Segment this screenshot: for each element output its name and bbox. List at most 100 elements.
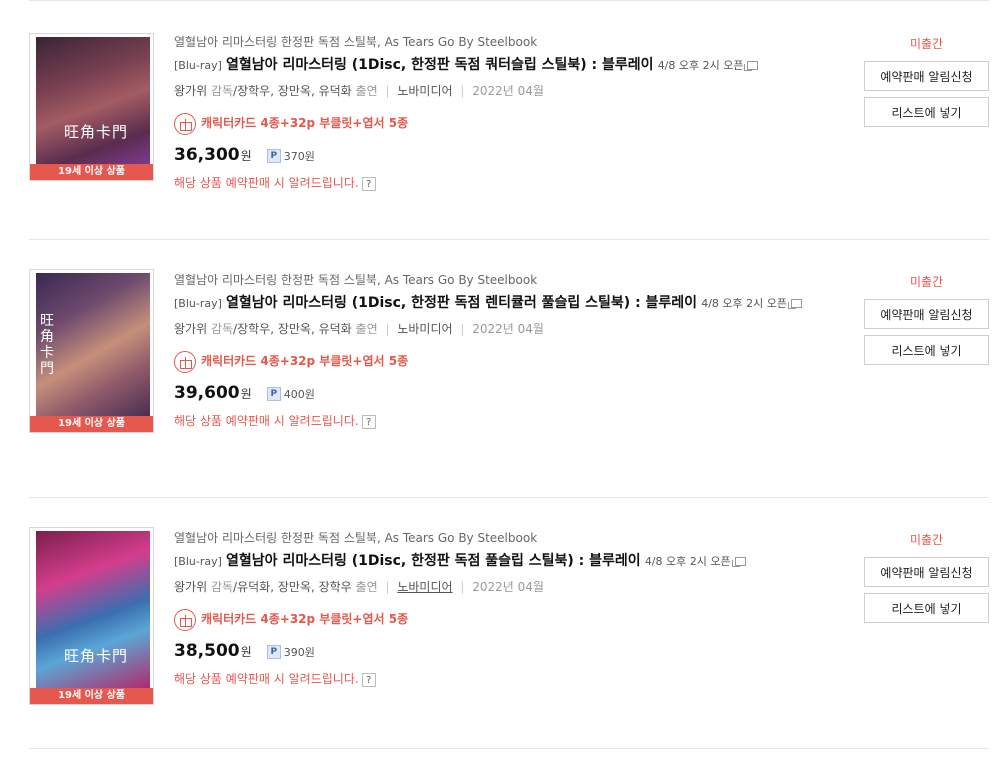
price-value: 36,300 [174, 145, 240, 165]
cast-names[interactable]: /유덕화, 장만옥, 장학우 [233, 580, 352, 594]
release-info: 4/8 오후 2시 오픈 [701, 297, 787, 310]
gift-icon [174, 350, 196, 373]
credits-line: 왕가위 감독/장학우, 장만옥, 유덕화 출연 | 노바미디어 | 2022년 … [174, 320, 844, 338]
add-to-list-button[interactable]: 리스트에 넣기 [864, 335, 989, 365]
cover-image: 旺角卡門 [36, 37, 150, 164]
gift-line: 캐릭터카드 4종+32p 부클릿+엽서 5종 [174, 110, 844, 136]
point-badge-icon: P [266, 148, 281, 163]
gift-text: 캐릭터카드 4종+32p 부클릿+엽서 5종 [201, 116, 409, 130]
cast-role: 출연 [355, 84, 378, 98]
presale-notify-button[interactable]: 예약판매 알림신청 [864, 299, 989, 329]
new-window-icon[interactable] [731, 557, 746, 567]
price-line: 36,300원 P 370원 [174, 144, 844, 166]
product-cover[interactable]: 旺角卡門 19세 이상 상품 [29, 527, 154, 705]
presale-notice: 해당 상품 예약판매 시 알려드립니다.? [174, 174, 844, 192]
separator: | [460, 580, 465, 594]
separator: | [385, 84, 390, 98]
title-line: [Blu-ray] 열혈남아 리마스터링 (1Disc, 한정판 독점 렌티큘러… [174, 293, 844, 314]
publisher-name[interactable]: 노바미디어 [397, 84, 452, 98]
point-badge-icon: P [266, 386, 281, 401]
product-title[interactable]: 열혈남아 리마스터링 (1Disc, 한정판 독점 풀슬립 스틸북) : 블루레… [226, 553, 641, 569]
product-title[interactable]: 열혈남아 리마스터링 (1Disc, 한정판 독점 쿼터슬립 스틸북) : 블루… [226, 57, 654, 73]
credits-line: 왕가위 감독/유덕화, 장만옥, 장학우 출연 | 노바미디어 | 2022년 … [174, 578, 844, 596]
director-name[interactable]: 왕가위 [174, 84, 207, 98]
cover-image: 旺角卡門 [36, 531, 150, 688]
adult-only-label: 19세 이상 상품 [30, 164, 153, 180]
action-panel: 미출간 예약판매 알림신청 리스트에 넣기 [864, 33, 989, 127]
release-date: 2022년 04월 [472, 322, 544, 336]
cover-title: 旺角卡門 [64, 123, 129, 141]
points-value: 370원 [283, 150, 315, 163]
separator: | [460, 322, 465, 336]
series-name[interactable]: 열혈남아 리마스터링 한정판 독점 스틸북, As Tears Go By St… [174, 271, 844, 289]
series-name[interactable]: 열혈남아 리마스터링 한정판 독점 스틸북, As Tears Go By St… [174, 529, 844, 547]
cover-title: 旺角卡門 [64, 647, 129, 665]
item-divider [29, 497, 989, 498]
presale-notice: 해당 상품 예약판매 시 알려드립니다.? [174, 412, 844, 430]
points-value: 400원 [283, 388, 315, 401]
new-window-icon[interactable] [744, 61, 759, 71]
cast-names[interactable]: /장학우, 장만옥, 유덕화 [233, 84, 352, 98]
gift-line: 캐릭터카드 4종+32p 부클릿+엽서 5종 [174, 348, 844, 374]
publisher-name[interactable]: 노바미디어 [397, 322, 452, 336]
publisher-name[interactable]: 노바미디어 [397, 580, 452, 594]
format-tag: [Blu-ray] [174, 297, 222, 310]
price-line: 39,600원 P 400원 [174, 382, 844, 404]
director-role: 감독 [210, 322, 234, 336]
series-name[interactable]: 열혈남아 리마스터링 한정판 독점 스틸북, As Tears Go By St… [174, 33, 844, 51]
gift-text: 캐릭터카드 4종+32p 부클릿+엽서 5종 [201, 612, 409, 626]
gift-icon [174, 112, 196, 135]
director-role: 감독 [210, 580, 234, 594]
status-label: 미출간 [909, 275, 944, 289]
gift-line: 캐릭터카드 4종+32p 부클릿+엽서 5종 [174, 606, 844, 632]
director-name[interactable]: 왕가위 [174, 322, 207, 336]
separator: | [385, 322, 390, 336]
add-to-list-button[interactable]: 리스트에 넣기 [864, 593, 989, 623]
format-tag: [Blu-ray] [174, 555, 222, 568]
separator: | [460, 84, 465, 98]
cast-names[interactable]: /장학우, 장만옥, 유덕화 [233, 322, 352, 336]
release-date: 2022년 04월 [472, 580, 544, 594]
product-info: 열혈남아 리마스터링 한정판 독점 스틸북, As Tears Go By St… [174, 529, 844, 688]
presale-notify-button[interactable]: 예약판매 알림신청 [864, 557, 989, 587]
price-value: 38,500 [174, 641, 240, 661]
gift-icon [174, 608, 196, 631]
price-value: 39,600 [174, 383, 240, 403]
product-item: 旺角卡門 19세 이상 상품 열혈남아 리마스터링 한정판 독점 스틸북, As… [0, 527, 1005, 759]
product-item: 旺角卡門 19세 이상 상품 열혈남아 리마스터링 한정판 독점 스틸북, As… [0, 269, 1005, 501]
adult-only-label: 19세 이상 상품 [30, 688, 153, 704]
presale-notify-button[interactable]: 예약판매 알림신청 [864, 61, 989, 91]
item-divider [29, 239, 989, 240]
point-badge-icon: P [266, 644, 281, 659]
director-name[interactable]: 왕가위 [174, 580, 207, 594]
price-line: 38,500원 P 390원 [174, 640, 844, 662]
adult-only-label: 19세 이상 상품 [30, 416, 153, 432]
format-tag: [Blu-ray] [174, 59, 222, 72]
cover-image: 旺角卡門 [36, 273, 150, 416]
product-cover[interactable]: 旺角卡門 19세 이상 상품 [29, 33, 154, 181]
cover-title: 旺角卡門 [40, 313, 54, 377]
title-line: [Blu-ray] 열혈남아 리마스터링 (1Disc, 한정판 독점 풀슬립 … [174, 551, 844, 572]
director-role: 감독 [210, 84, 234, 98]
notice-text: 해당 상품 예약판매 시 알려드립니다. [174, 672, 359, 686]
credits-line: 왕가위 감독/장학우, 장만옥, 유덕화 출연 | 노바미디어 | 2022년 … [174, 82, 844, 100]
release-date: 2022년 04월 [472, 84, 544, 98]
status-label: 미출간 [909, 37, 944, 51]
question-icon[interactable]: ? [361, 672, 376, 687]
status-label: 미출간 [909, 533, 944, 547]
product-info: 열혈남아 리마스터링 한정판 독점 스틸북, As Tears Go By St… [174, 33, 844, 192]
cast-role: 출연 [355, 322, 378, 336]
add-to-list-button[interactable]: 리스트에 넣기 [864, 97, 989, 127]
bottom-divider [29, 748, 989, 749]
price-unit: 원 [240, 645, 252, 659]
question-icon[interactable]: ? [361, 414, 376, 429]
price-unit: 원 [240, 387, 252, 401]
gift-text: 캐릭터카드 4종+32p 부클릿+엽서 5종 [201, 354, 409, 368]
product-cover[interactable]: 旺角卡門 19세 이상 상품 [29, 269, 154, 433]
question-icon[interactable]: ? [361, 176, 376, 191]
product-title[interactable]: 열혈남아 리마스터링 (1Disc, 한정판 독점 렌티큘러 풀슬립 스틸북) … [226, 295, 697, 311]
cast-role: 출연 [355, 580, 378, 594]
action-panel: 미출간 예약판매 알림신청 리스트에 넣기 [864, 271, 989, 365]
notice-text: 해당 상품 예약판매 시 알려드립니다. [174, 176, 359, 190]
new-window-icon[interactable] [788, 299, 802, 309]
